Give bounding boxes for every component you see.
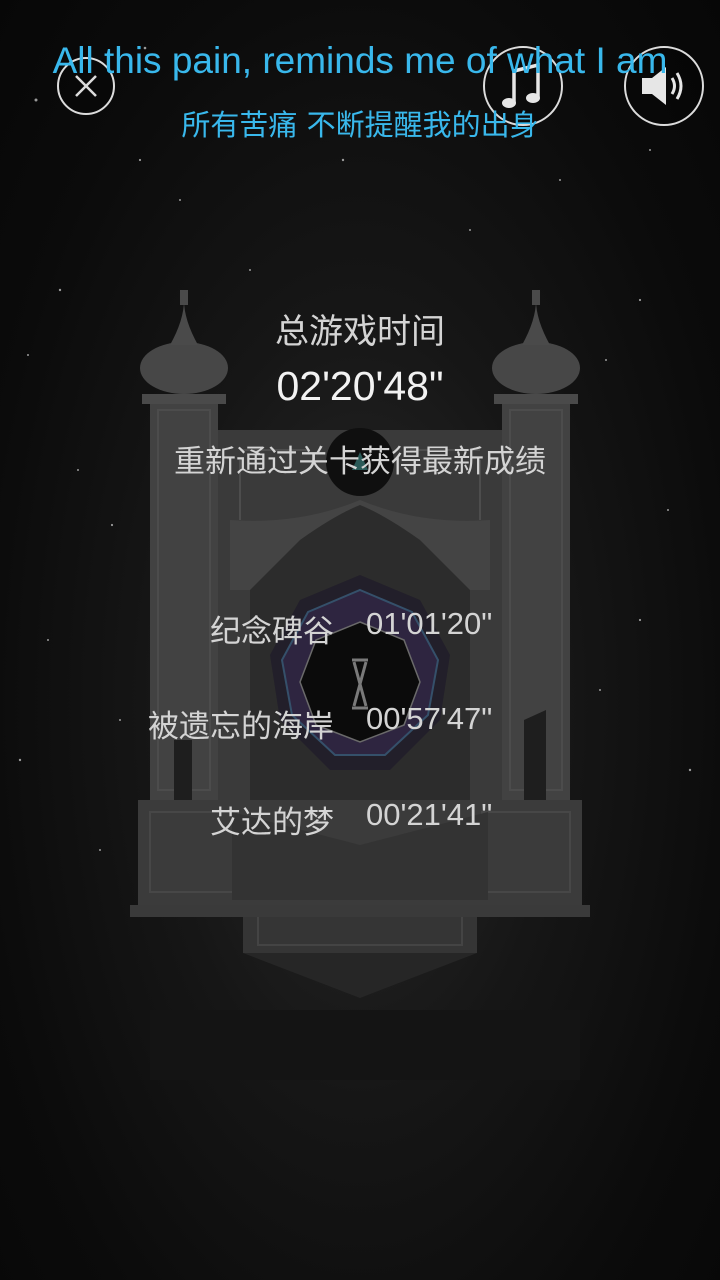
- total-play-time-label: 总游戏时间: [275, 312, 445, 352]
- subtitle-english: All this pain, reminds me of what I am: [52, 40, 668, 81]
- level-time: 00'57'47": [366, 701, 493, 736]
- level-name: 被遗忘的海岸: [148, 709, 334, 745]
- level-time: 01'01'20": [366, 606, 493, 641]
- level-time: 00'21'41": [366, 797, 493, 832]
- temple-illustration: [130, 290, 590, 1080]
- level-name: 纪念碑谷: [210, 614, 334, 650]
- total-play-time-value: 02'20'48": [276, 363, 444, 409]
- level-name: 艾达的梦: [210, 805, 334, 841]
- subtitle-chinese: 所有苦痛 不断提醒我的出身: [181, 108, 539, 142]
- replay-hint-text: 重新通过关卡获得最新成绩: [174, 444, 546, 480]
